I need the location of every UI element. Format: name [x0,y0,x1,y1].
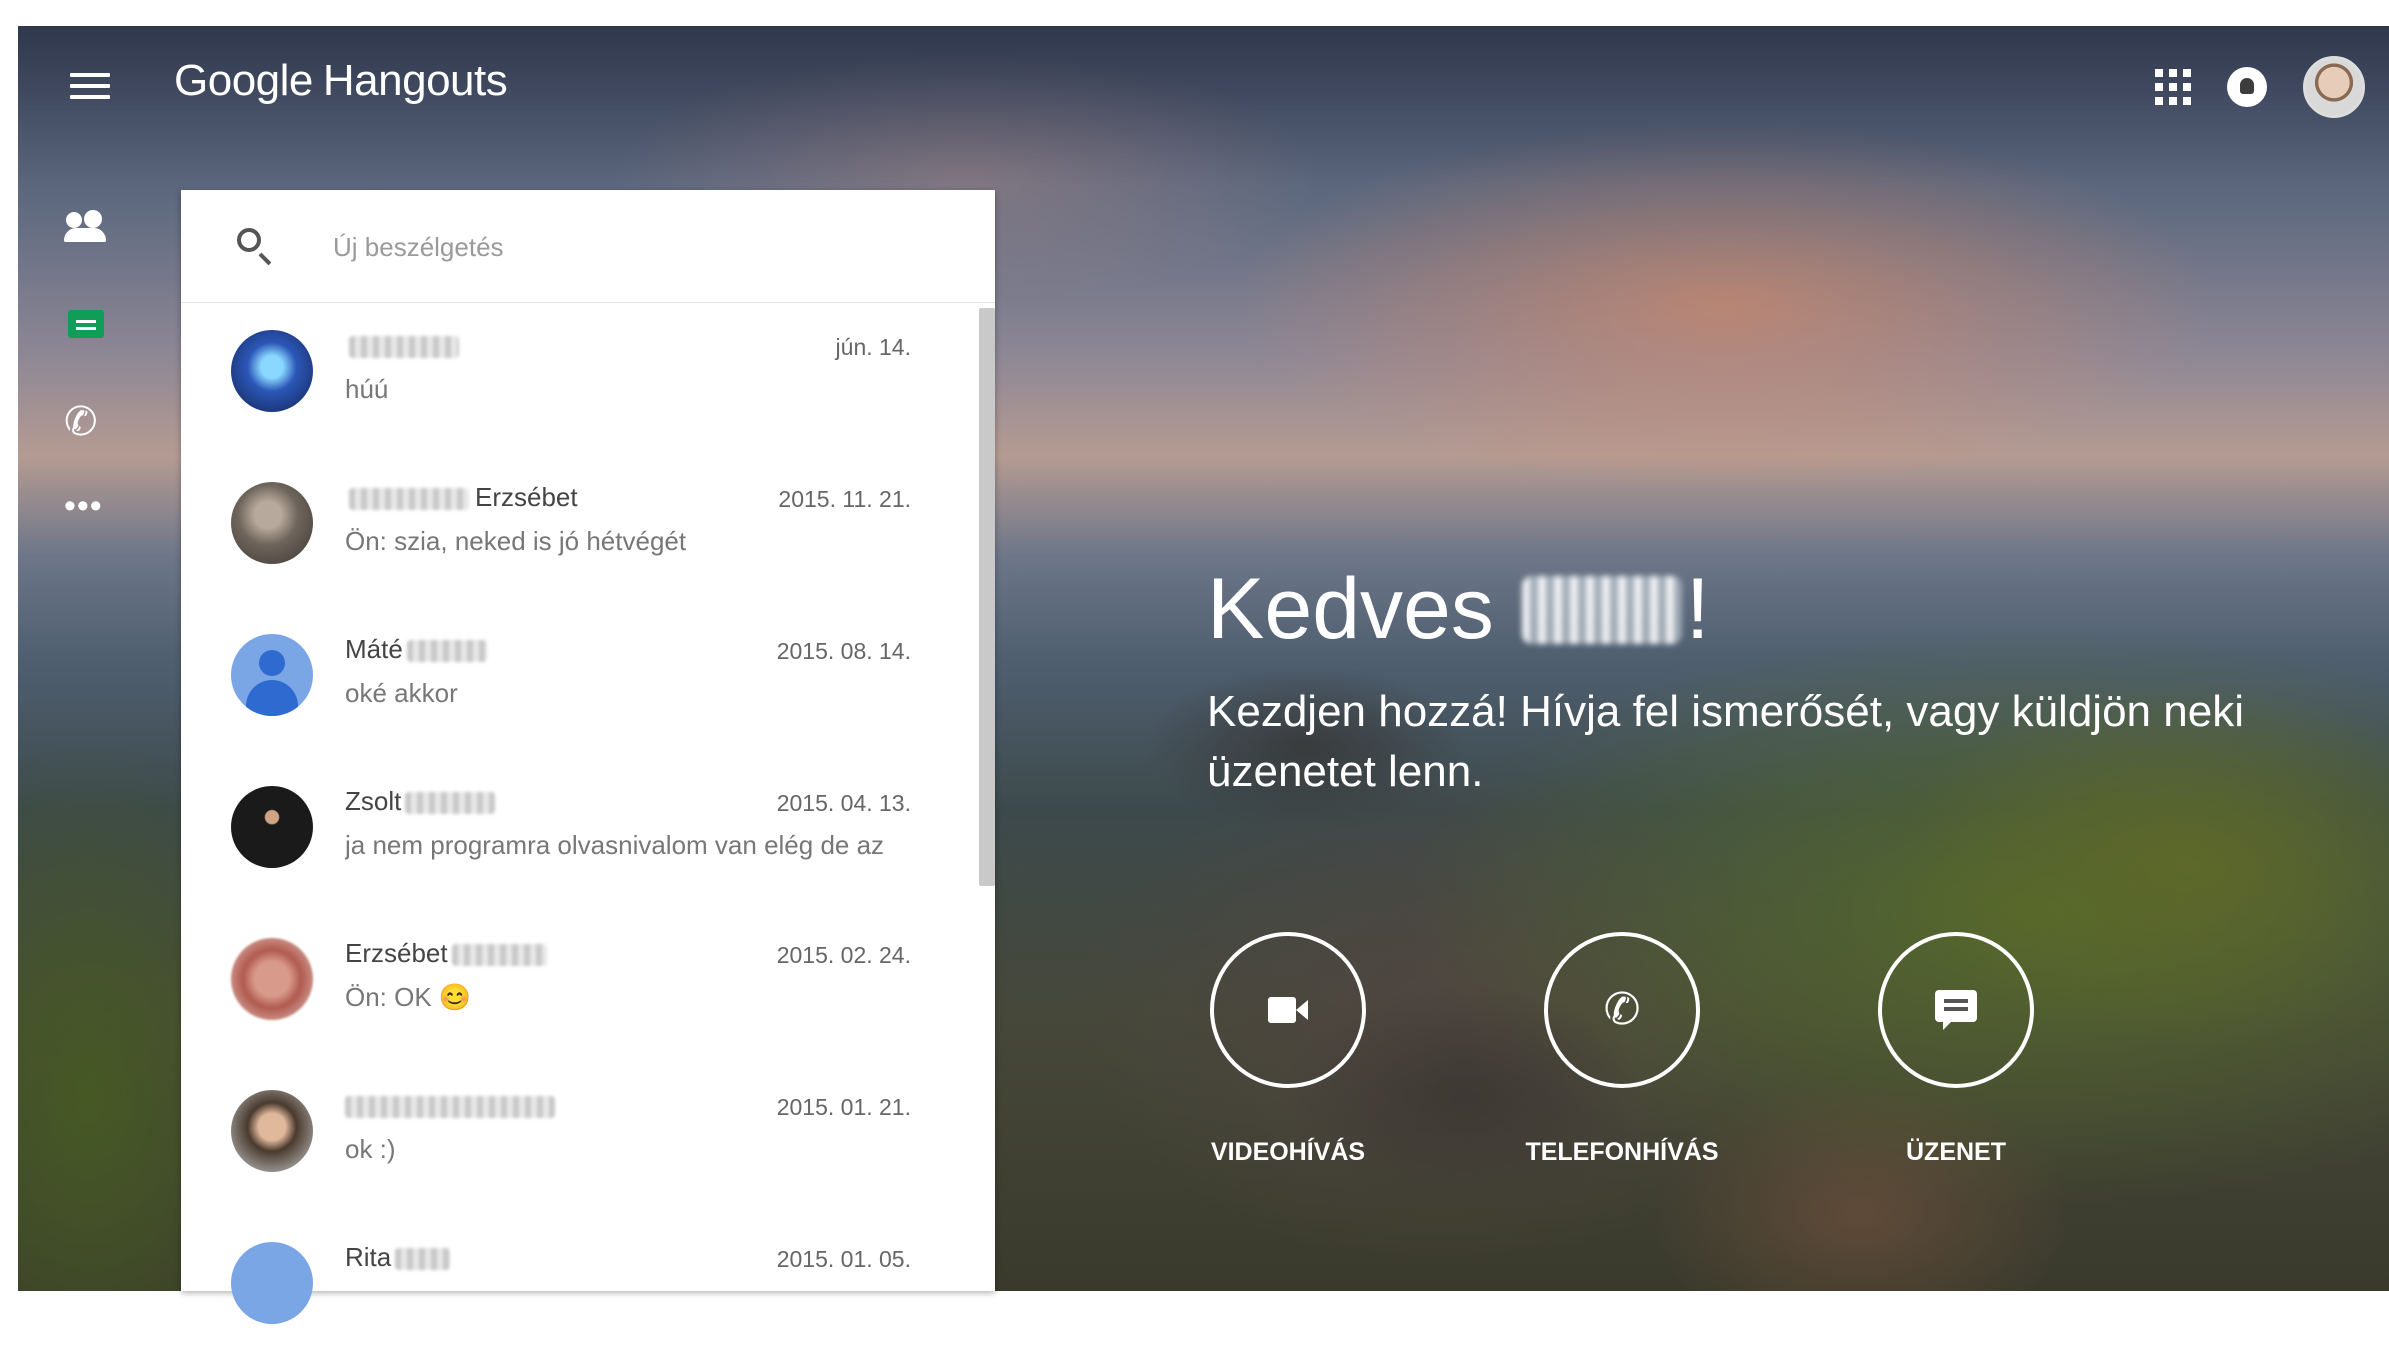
chat-icon[interactable] [64,306,110,346]
conversation-list: jún. 14. húú Erzsébet 2015. 11. 21. Ön: … [181,308,971,1372]
new-conversation-input[interactable] [331,216,935,278]
conversation-date: 2015. 08. 14. [776,638,911,664]
video-call-button[interactable]: VIDEOHÍVÁS [1178,932,1398,1167]
conversation-panel: jún. 14. húú Erzsébet 2015. 11. 21. Ön: … [181,190,995,1324]
search-icon[interactable] [237,228,261,252]
greeting-exclamation: ! [1685,561,1710,657]
welcome-title: Kedves ! [1207,560,1710,659]
avatar [231,634,313,716]
apps-grid-icon[interactable] [2155,69,2191,105]
list-item[interactable]: Zsolt 2015. 04. 13. ja nem programra olv… [181,764,971,916]
phone-call-button[interactable]: ✆ TELEFONHÍVÁS [1512,932,1732,1167]
avatar [231,938,313,1020]
message-button[interactable]: ÜZENET [1846,932,2066,1167]
conversation-date: jún. 14. [835,334,911,360]
conversation-message: húú [345,374,389,404]
conversation-name [345,1090,555,1121]
avatar [231,482,313,564]
list-item[interactable]: Máté 2015. 08. 14. oké akkor [181,612,971,764]
avatar [231,1090,313,1172]
message-icon [1935,990,1977,1030]
phone-icon: ✆ [1603,985,1641,1034]
conversation-message: ok :) [345,1134,396,1164]
brand-google: Google [174,56,313,105]
brand-hangouts: Hangouts [322,56,508,105]
conversation-name: Erzsébet [345,482,578,513]
conversation-message: Ön: szia, neked is jó hétvégét [345,526,687,556]
list-item[interactable]: Erzsébet 2015. 11. 21. Ön: szia, neked i… [181,460,971,612]
conversation-message: Ön: OK 😊 [345,982,472,1012]
message-label: ÜZENET [1906,1138,2006,1166]
app-title: Google Hangouts [174,56,508,106]
greeting: Kedves [1207,561,1494,657]
avatar [231,330,313,412]
conversation-date: 2015. 01. 21. [776,1094,911,1120]
scrollbar[interactable] [979,308,995,886]
conversation-date: 2015. 01. 05. [776,1246,911,1272]
conversation-date: 2015. 02. 24. [776,942,911,968]
conversation-name: Rita [345,1242,451,1273]
conversation-date: 2015. 04. 13. [776,790,911,816]
list-item[interactable]: Rita 2015. 01. 05. [181,1220,971,1372]
avatar [231,1242,313,1324]
search-row [181,190,995,303]
welcome-subtitle: Kezdjen hozzá! Hívja fel ismerősét, vagy… [1207,687,2244,796]
conversation-message: ja nem programra olvasnivalom van elég d… [345,830,885,860]
list-item[interactable]: Erzsébet 2015. 02. 24. Ön: OK 😊 [181,916,971,1068]
menu-icon[interactable] [70,66,110,106]
more-icon[interactable]: ••• [64,489,110,536]
call-actions: VIDEOHÍVÁS ✆ TELEFONHÍVÁS ÜZENET [1178,932,2066,1167]
conversation-name: Erzsébet [345,938,547,969]
notifications-icon[interactable] [2227,67,2267,107]
people-icon[interactable] [64,206,110,246]
conversation-name: Máté [345,634,487,665]
video-call-label: VIDEOHÍVÁS [1210,1138,1366,1166]
conversation-name [345,330,459,361]
list-item[interactable]: 2015. 01. 21. ok :) [181,1068,971,1220]
conversation-name: Zsolt [345,786,496,817]
avatar [231,786,313,868]
phone-call-label: TELEFONHÍVÁS [1525,1138,1719,1166]
phone-icon[interactable]: ✆ [64,402,110,442]
list-item[interactable]: jún. 14. húú [181,308,971,460]
blurred-user-name [1521,576,1682,644]
video-camera-icon [1268,997,1308,1023]
conversation-date: 2015. 11. 21. [778,486,911,512]
conversation-message: oké akkor [345,678,458,708]
topbar-actions [2155,56,2365,118]
account-avatar[interactable] [2303,56,2365,118]
